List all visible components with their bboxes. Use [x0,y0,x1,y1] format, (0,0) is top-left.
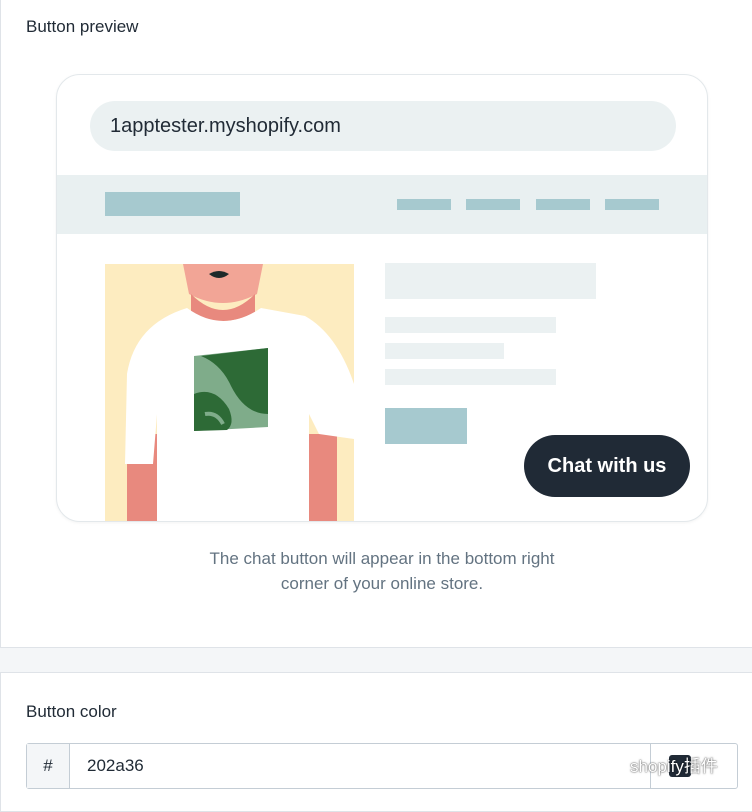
preview-caption: The chat button will appear in the botto… [181,546,583,596]
caption-line: The chat button will appear in the botto… [209,549,555,568]
nav-placeholder [536,199,590,210]
logo-placeholder [105,192,240,216]
hash-prefix: # [27,744,70,788]
text-placeholder [385,369,556,385]
nav-placeholder [605,199,659,210]
button-placeholder [385,408,467,444]
watermark-text: shopify插件 [630,757,718,776]
caption-line: corner of your online store. [280,574,484,593]
button-preview-card: Button preview 1apptester.myshopify.com [0,0,752,648]
storefront-mockup: 1apptester.myshopify.com Chat with us [56,74,708,522]
chat-with-us-button[interactable]: Chat with us [524,435,690,497]
card-title: Button color [26,702,117,721]
text-placeholder [385,343,504,359]
tshirt-model-illustration [125,264,354,521]
button-color-card: Button color # [0,672,752,812]
url-bar: 1apptester.myshopify.com [90,101,676,151]
store-header [57,175,707,234]
title-placeholder [385,263,596,299]
text-placeholder [385,317,556,333]
product-image [105,264,354,521]
color-hex-input[interactable] [71,744,651,788]
wechat-icon [593,753,622,775]
card-title: Button preview [26,17,139,36]
nav-placeholder [397,199,451,210]
nav-placeholder [466,199,520,210]
